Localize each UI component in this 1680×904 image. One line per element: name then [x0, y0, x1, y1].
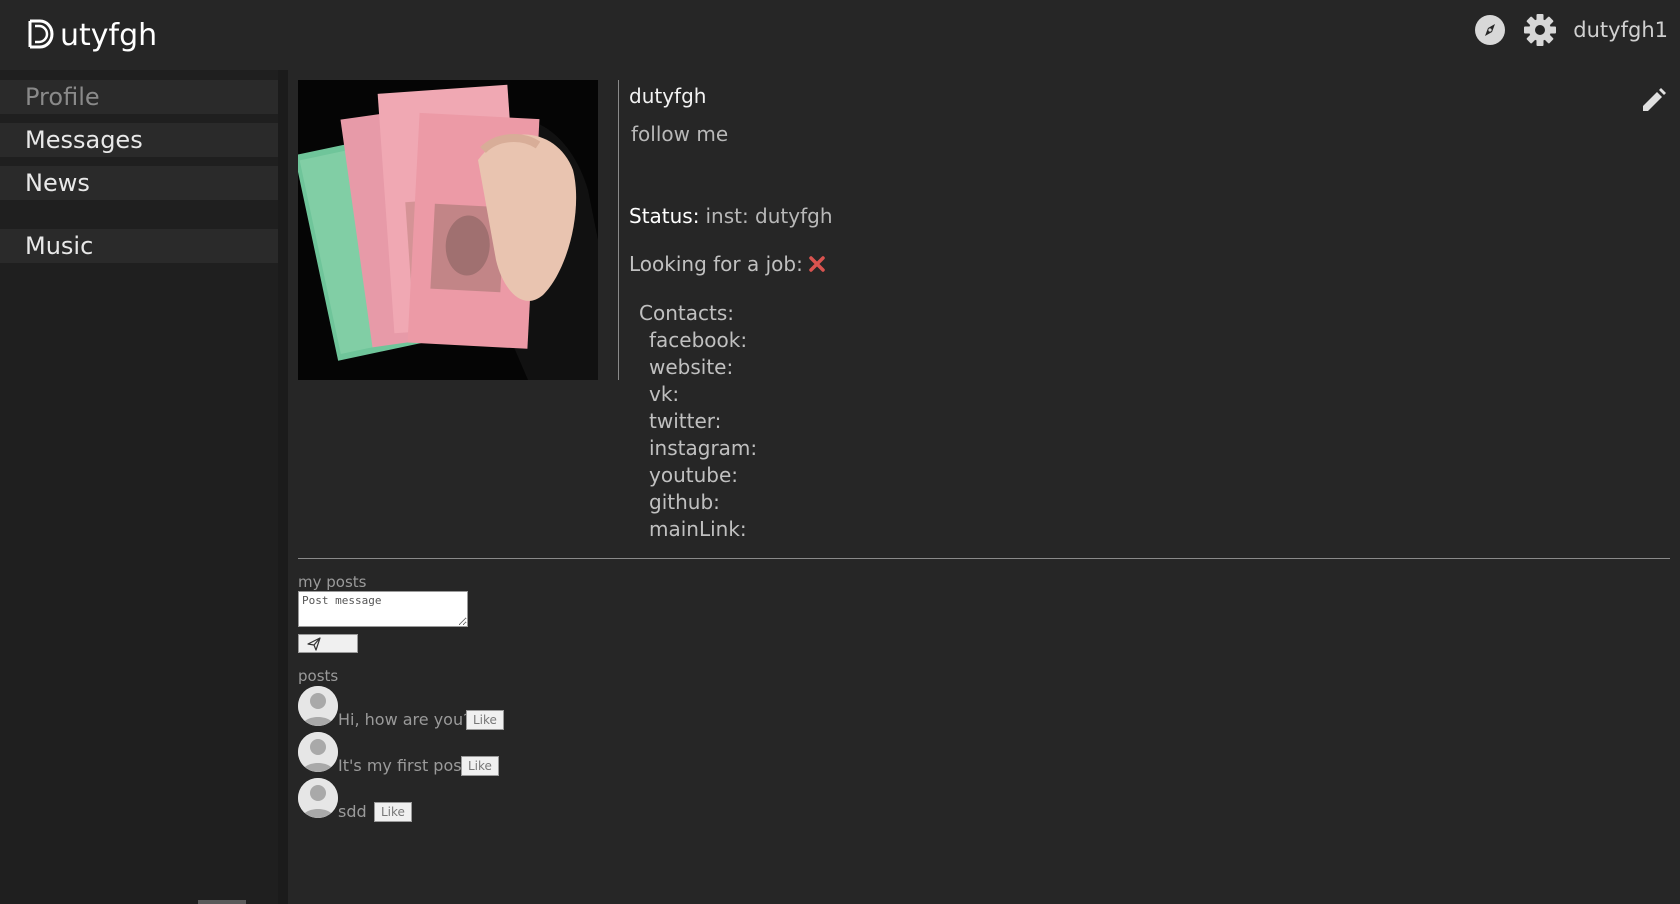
profile-name: dutyfgh [629, 84, 707, 108]
post-text: Hi, how are you? [338, 710, 472, 729]
pencil-icon[interactable] [1638, 86, 1668, 116]
contact-twitter: twitter: [649, 409, 722, 433]
user-avatar-icon [298, 778, 338, 818]
sidebar-item-news[interactable]: News [0, 166, 278, 200]
top-header: utyfgh dutyfgh1 [0, 0, 1680, 70]
status-label: Status: [629, 204, 700, 228]
contact-mainlink: mainLink: [649, 517, 747, 541]
sidebar-item-music[interactable]: Music [0, 229, 278, 263]
contacts-title: Contacts: [639, 301, 734, 325]
sidebar-item-messages[interactable]: Messages [0, 123, 278, 157]
contact-vk: vk: [649, 382, 680, 406]
contact-facebook: facebook: [649, 328, 748, 352]
profile-main: dutyfgh follow me Status: inst: dutyfgh L… [288, 70, 1680, 904]
my-posts-label: my posts [298, 573, 367, 591]
contact-website: website: [649, 355, 734, 379]
sidebar: Profile Messages News Music [0, 70, 278, 904]
posts-label: posts [298, 667, 339, 685]
send-icon [307, 637, 321, 651]
cross-icon [809, 256, 825, 272]
gear-icon[interactable] [1523, 13, 1557, 47]
logo-text: utyfgh [60, 18, 158, 53]
profile-about: follow me [631, 122, 729, 146]
compass-icon[interactable] [1473, 13, 1507, 47]
job-status-row: Looking for a job: [629, 252, 825, 276]
username-label[interactable]: dutyfgh1 [1573, 18, 1668, 42]
profile-avatar [298, 80, 598, 380]
section-divider [298, 558, 1670, 559]
scrollbar-thumb[interactable] [198, 900, 246, 904]
like-button[interactable]: Like [461, 756, 499, 776]
post-message-input[interactable] [298, 591, 468, 627]
logo-d-icon [28, 19, 54, 48]
contact-instagram: instagram: [649, 436, 758, 460]
status-row: Status: inst: dutyfgh [629, 204, 833, 228]
info-divider [618, 80, 619, 380]
post-text: sdd [338, 802, 367, 821]
profile-photo [298, 80, 598, 380]
contact-github: github: [649, 490, 720, 514]
user-avatar-icon [298, 686, 338, 726]
like-button[interactable]: Like [374, 802, 412, 822]
send-post-button[interactable] [298, 634, 358, 653]
like-button[interactable]: Like [466, 710, 504, 730]
sidebar-item-profile[interactable]: Profile [0, 80, 278, 114]
contact-youtube: youtube: [649, 463, 739, 487]
user-avatar-icon [298, 732, 338, 772]
status-value[interactable]: inst: dutyfgh [705, 204, 832, 228]
logo[interactable]: utyfgh [26, 14, 157, 53]
job-label: Looking for a job: [629, 252, 803, 276]
post-text: It's my first post [338, 756, 468, 775]
contacts-list: Contacts: facebook: website: vk: twitter… [639, 300, 757, 543]
sidebar-divider [278, 70, 288, 904]
